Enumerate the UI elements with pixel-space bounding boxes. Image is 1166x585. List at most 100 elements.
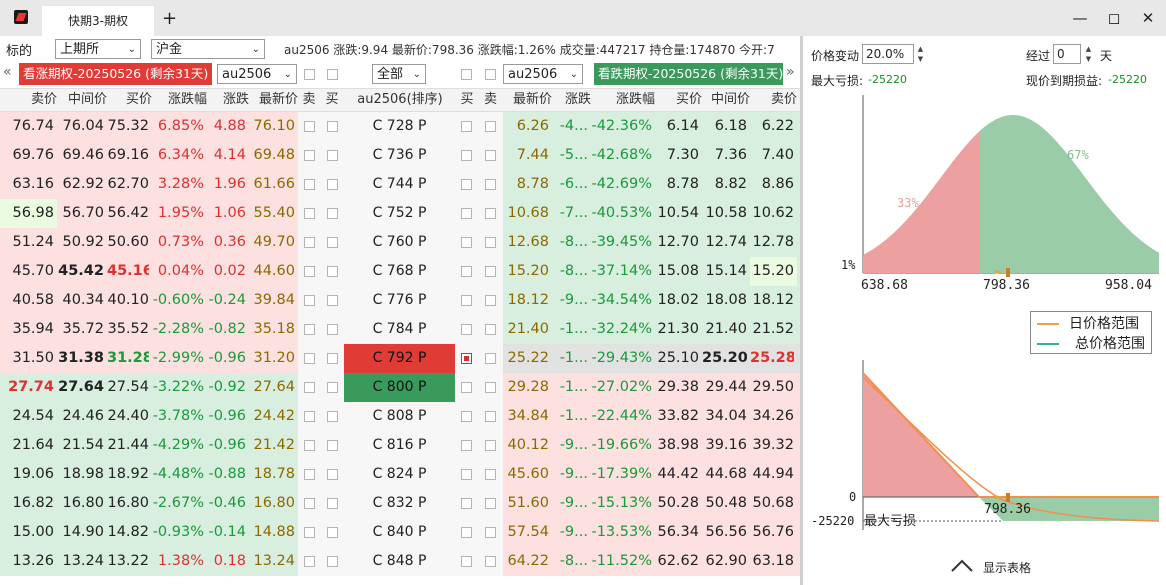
call-sell-checkbox[interactable] (304, 266, 315, 277)
put-sell-checkbox[interactable] (485, 382, 496, 393)
scope-select[interactable]: 全部 ⌄ (372, 64, 426, 84)
put-buy-checkbox[interactable] (461, 295, 472, 306)
table-row[interactable]: 51.24 50.92 50.60 0.73% 0.36 49.70 12.68 -8... -… (0, 228, 800, 257)
tab-options[interactable]: 快期3-期权 (42, 6, 154, 36)
put-buy-checkbox[interactable] (461, 353, 472, 364)
price-change-stepper[interactable]: ▲ ▼ (914, 44, 927, 64)
call-sell-checkbox[interactable] (304, 237, 315, 248)
put-buy-checkbox[interactable] (461, 208, 472, 219)
strike-cell[interactable]: C 792 P (344, 344, 455, 373)
days-input[interactable]: 0 (1053, 44, 1081, 64)
call-buy-checkbox[interactable] (327, 440, 338, 451)
table-row[interactable]: 16.82 16.80 16.80 -2.67% -0.46 16.80 51.60 -9..… (0, 489, 800, 518)
strike-cell[interactable]: C 776 P (344, 286, 455, 315)
call-column-header[interactable]: 买价 (107, 88, 152, 112)
put-buy-checkbox[interactable] (461, 266, 472, 277)
put-sell-checkbox[interactable] (485, 440, 496, 451)
call-buy-checkbox[interactable] (327, 121, 338, 132)
put-sell-checkbox[interactable] (485, 121, 496, 132)
table-row[interactable]: 13.26 13.24 13.22 1.38% 0.18 13.24 64.22 -8... -… (0, 547, 800, 576)
call-buy-checkbox[interactable] (327, 382, 338, 393)
call-column-header[interactable]: 涨跌幅 (152, 88, 207, 112)
call-buy-checkbox[interactable] (327, 411, 338, 422)
strike-cell[interactable]: C 744 P (344, 170, 455, 199)
table-row[interactable]: 24.54 24.46 24.40 -3.78% -0.96 24.42 34.84 -1..… (0, 402, 800, 431)
call-buy-checkbox[interactable] (327, 527, 338, 538)
put-sell-checkbox[interactable] (485, 208, 496, 219)
maximize-icon[interactable]: ◻ (1104, 8, 1124, 28)
put-buy-checkbox[interactable] (461, 150, 472, 161)
days-stepper[interactable]: ▲ ▼ (1082, 44, 1095, 64)
call-sell-checkbox[interactable] (304, 498, 315, 509)
table-row[interactable]: 76.74 76.04 75.32 6.85% 4.88 76.10 6.26 -4... -4… (0, 112, 800, 141)
strike-cell[interactable]: C 824 P (344, 460, 455, 489)
put-sell-all-checkbox[interactable] (485, 69, 496, 80)
call-sell-checkbox[interactable] (304, 353, 315, 364)
call-buy-checkbox[interactable] (327, 266, 338, 277)
call-buy-checkbox[interactable] (327, 353, 338, 364)
put-buy-checkbox[interactable] (461, 440, 472, 451)
table-row[interactable]: 19.06 18.98 18.92 -4.48% -0.88 18.78 45.60 -9..… (0, 460, 800, 489)
table-row[interactable]: 63.16 62.92 62.70 3.28% 1.96 61.66 8.78 -6... -4… (0, 170, 800, 199)
put-sell-checkbox[interactable] (485, 266, 496, 277)
call-column-header[interactable]: 最新价 (249, 88, 298, 112)
scroll-left-icon[interactable]: « (3, 64, 12, 80)
put-sell-checkbox[interactable] (485, 527, 496, 538)
strike-cell[interactable]: C 736 P (344, 141, 455, 170)
call-buy-checkbox[interactable] (327, 237, 338, 248)
strike-cell[interactable]: C 832 P (344, 489, 455, 518)
call-buy-checkbox[interactable] (327, 498, 338, 509)
call-sell-checkbox[interactable] (304, 150, 315, 161)
put-buy-checkbox[interactable] (461, 527, 472, 538)
price-change-input[interactable]: 20.0% (862, 44, 914, 64)
table-row[interactable]: 56.98 56.70 56.42 1.95% 1.06 55.40 10.68 -7... -… (0, 199, 800, 228)
call-sell-checkbox[interactable] (304, 179, 315, 190)
call-buy-checkbox[interactable] (327, 295, 338, 306)
call-buy-checkbox[interactable] (327, 208, 338, 219)
close-icon[interactable]: ✕ (1138, 8, 1158, 28)
put-sell-checkbox[interactable] (485, 498, 496, 509)
strike-cell[interactable]: C 840 P (344, 518, 455, 547)
call-sell-checkbox[interactable] (304, 121, 315, 132)
put-sell-checkbox[interactable] (485, 411, 496, 422)
strike-cell[interactable]: C 808 P (344, 402, 455, 431)
call-buy-checkbox[interactable] (327, 179, 338, 190)
new-tab-button[interactable]: + (162, 8, 177, 30)
put-column-header[interactable]: 卖 (478, 88, 503, 112)
call-sell-checkbox[interactable] (304, 295, 315, 306)
call-sell-checkbox[interactable] (304, 411, 315, 422)
exchange-select[interactable]: 上期所 ⌄ (55, 39, 141, 59)
strike-cell[interactable]: C 728 P (344, 112, 455, 141)
put-buy-checkbox[interactable] (461, 121, 472, 132)
call-column-header[interactable]: 卖价 (0, 88, 57, 112)
chevron-up-icon[interactable] (950, 557, 974, 573)
put-sell-checkbox[interactable] (485, 469, 496, 480)
call-column-header[interactable]: 中间价 (57, 88, 107, 112)
table-row[interactable]: 21.64 21.54 21.44 -4.29% -0.96 21.42 40.12 -9..… (0, 431, 800, 460)
put-sell-checkbox[interactable] (485, 150, 496, 161)
put-sell-checkbox[interactable] (485, 324, 496, 335)
call-sell-checkbox[interactable] (304, 324, 315, 335)
call-column-header[interactable]: 买 (320, 88, 344, 112)
table-row[interactable]: 35.94 35.72 35.52 -2.28% -0.82 35.18 21.40 -1..… (0, 315, 800, 344)
put-buy-checkbox[interactable] (461, 556, 472, 567)
strike-cell[interactable]: C 800 P (344, 373, 455, 402)
table-row[interactable]: 27.74 27.64 27.54 -3.22% -0.92 27.64 29.28 -1..… (0, 373, 800, 402)
strike-cell[interactable]: C 816 P (344, 431, 455, 460)
put-buy-checkbox[interactable] (461, 469, 472, 480)
put-contract-select[interactable]: au2506 ⌄ (503, 64, 583, 84)
table-row[interactable]: 15.00 14.90 14.82 -0.93% -0.14 14.88 57.54 -9..… (0, 518, 800, 547)
put-buy-checkbox[interactable] (461, 382, 472, 393)
put-buy-checkbox[interactable] (461, 498, 472, 509)
strike-cell[interactable]: C 760 P (344, 228, 455, 257)
call-sell-checkbox[interactable] (304, 556, 315, 567)
strike-cell[interactable]: C 848 P (344, 547, 455, 576)
put-column-header[interactable]: 买 (456, 88, 478, 112)
call-column-header[interactable]: 涨跌 (207, 88, 249, 112)
call-buy-all-checkbox[interactable] (327, 69, 338, 80)
put-column-header[interactable]: 涨跌 (552, 88, 591, 112)
put-buy-checkbox[interactable] (461, 411, 472, 422)
put-column-header[interactable]: 买价 (655, 88, 702, 112)
call-buy-checkbox[interactable] (327, 469, 338, 480)
put-sell-checkbox[interactable] (485, 353, 496, 364)
